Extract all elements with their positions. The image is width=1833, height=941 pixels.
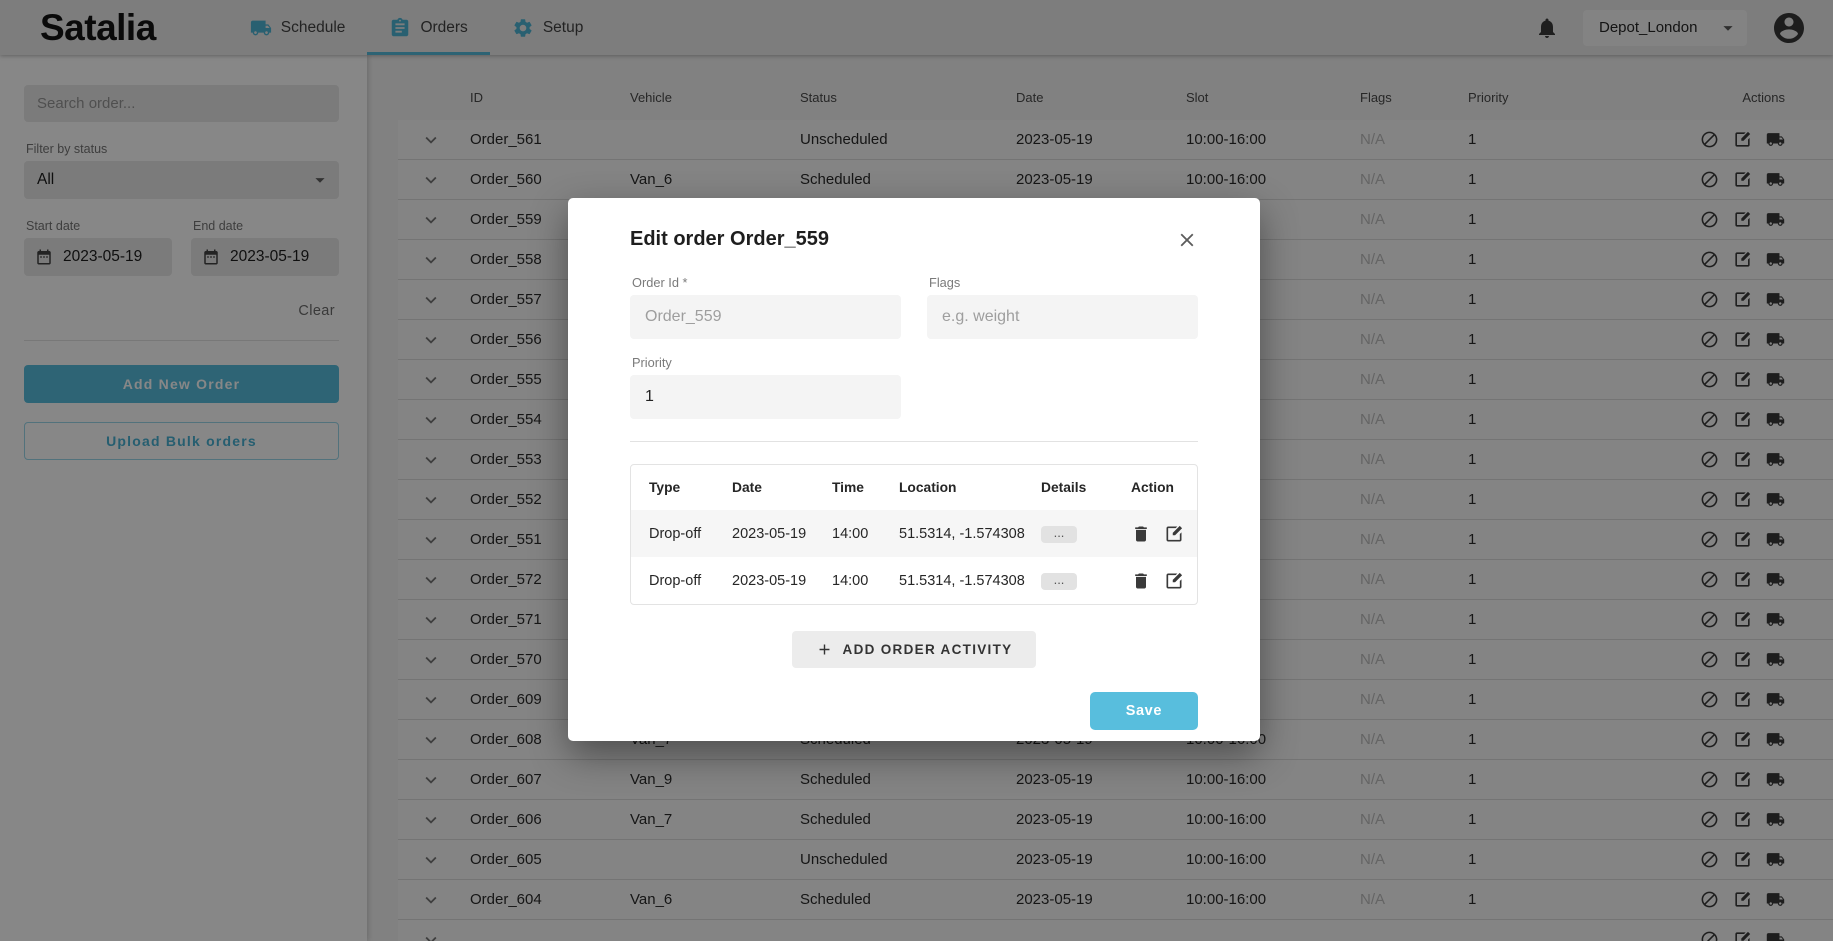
activity-location-cell: 51.5314, -1.574308	[899, 573, 1041, 589]
activity-col-type: Type	[649, 480, 732, 495]
activity-details-cell: ...	[1041, 572, 1131, 590]
order-id-label: Order Id *	[632, 275, 901, 290]
priority-field-value: 1	[645, 388, 654, 406]
details-more-button[interactable]: ...	[1041, 573, 1077, 590]
close-modal-button[interactable]	[1176, 229, 1198, 251]
activity-date-cell: 2023-05-19	[732, 573, 832, 589]
modal-title: Edit order Order_559	[630, 228, 829, 251]
priority-label: Priority	[632, 355, 901, 370]
modal-divider	[630, 441, 1198, 442]
add-order-activity-button[interactable]: ADD ORDER ACTIVITY	[792, 631, 1037, 668]
flags-group: Flags e.g. weight	[927, 275, 1198, 339]
save-button[interactable]: Save	[1090, 692, 1198, 730]
satalia-app: Satalia Schedule Orders Setup Depot_Lond…	[0, 0, 1833, 941]
activity-row: Drop-off 2023-05-19 14:00 51.5314, -1.57…	[631, 510, 1197, 557]
activity-time-cell: 14:00	[832, 526, 899, 542]
details-more-button[interactable]: ...	[1041, 526, 1077, 543]
activity-type-cell: Drop-off	[649, 573, 732, 589]
priority-field[interactable]: 1	[630, 375, 901, 419]
edit-order-modal: Edit order Order_559 Order Id * Order_55…	[568, 198, 1260, 741]
close-icon	[1176, 229, 1198, 251]
activity-date-cell: 2023-05-19	[732, 526, 832, 542]
activity-table-header: Type Date Time Location Details Action	[631, 465, 1197, 510]
activity-type-cell: Drop-off	[649, 526, 732, 542]
flags-field-placeholder: e.g. weight	[942, 308, 1019, 326]
order-id-field-value: Order_559	[645, 308, 722, 326]
order-id-field[interactable]: Order_559	[630, 295, 901, 339]
activity-col-location: Location	[899, 480, 1041, 495]
order-form: Order Id * Order_559 Flags e.g. weight P…	[630, 275, 1198, 419]
activity-row: Drop-off 2023-05-19 14:00 51.5314, -1.57…	[631, 557, 1197, 604]
activity-location-cell: 51.5314, -1.574308	[899, 526, 1041, 542]
activity-table: Type Date Time Location Details Action D…	[630, 464, 1198, 605]
flags-label: Flags	[929, 275, 1198, 290]
delete-activity-trash-icon[interactable]	[1131, 524, 1151, 544]
delete-activity-trash-icon[interactable]	[1131, 571, 1151, 591]
activity-col-date: Date	[732, 480, 832, 495]
activity-actions	[1131, 524, 1197, 544]
activity-time-cell: 14:00	[832, 573, 899, 589]
plus-icon	[816, 641, 833, 658]
modal-header: Edit order Order_559	[630, 228, 1198, 251]
edit-activity-icon[interactable]	[1164, 524, 1184, 544]
activity-col-time: Time	[832, 480, 899, 495]
priority-group: Priority 1	[630, 355, 901, 419]
flags-field[interactable]: e.g. weight	[927, 295, 1198, 339]
add-order-activity-label: ADD ORDER ACTIVITY	[843, 642, 1013, 657]
activity-details-cell: ...	[1041, 525, 1131, 543]
order-id-group: Order Id * Order_559	[630, 275, 901, 339]
activity-table-body: Drop-off 2023-05-19 14:00 51.5314, -1.57…	[631, 510, 1197, 604]
edit-activity-icon[interactable]	[1164, 571, 1184, 591]
activity-actions	[1131, 571, 1197, 591]
activity-col-action: Action	[1131, 480, 1197, 495]
activity-col-details: Details	[1041, 480, 1131, 495]
